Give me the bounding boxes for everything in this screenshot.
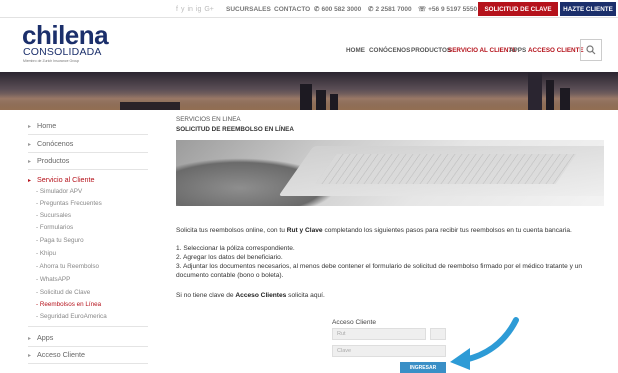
rut-input[interactable]: Rut <box>332 328 426 340</box>
nav-home[interactable]: HOME <box>346 45 365 57</box>
sub-item-paga-tu-seguro[interactable]: - Paga tu Seguro <box>36 237 84 244</box>
sub-item-simulador-apv[interactable]: - Simulador APV <box>36 188 82 195</box>
site-header: chilena CONSOLIDADA Miembro de Zurich In… <box>0 18 618 72</box>
sidebar-item-conocenos[interactable]: ▸ Conócenos <box>28 139 73 148</box>
nav-apps[interactable]: APPS <box>509 45 526 57</box>
nav-productos[interactable]: PRODUCTOS <box>411 45 451 57</box>
search-button[interactable] <box>580 39 602 61</box>
logo-subtitle: CONSOLIDADA <box>23 46 102 58</box>
sidebar-divider <box>28 134 148 135</box>
linkedin-icon[interactable]: in <box>187 6 192 13</box>
section-label: SERVICIOS EN LINEA <box>176 116 241 123</box>
phone-icon: ✆ <box>314 6 320 13</box>
sub-item-whatsapp[interactable]: - WhatsAPP <box>36 276 70 283</box>
facebook-icon[interactable]: f <box>176 6 178 13</box>
sub-item-ahorra-tu-reembolso[interactable]: - Ahorra tu Reembolso <box>36 263 99 270</box>
sub-item-solicitud-de-clave[interactable]: - Solicitud de Clave <box>36 289 90 296</box>
nav-acceso-cliente[interactable]: ACCESO CLIENTE <box>528 45 584 57</box>
step-2: 2. Agregar los datos del beneficiario. <box>176 254 283 261</box>
sub-item-preguntas-frecuentes[interactable]: - Preguntas Frecuentes <box>36 200 102 207</box>
sidebar-item-productos[interactable]: ▸ Productos <box>28 156 69 165</box>
logo-wordmark[interactable]: chilena <box>22 22 109 48</box>
youtube-icon[interactable]: y <box>181 6 185 13</box>
sidebar-divider <box>28 346 148 347</box>
sidebar-item-apps[interactable]: ▸ Apps <box>28 333 53 342</box>
step-3: 3. Adjuntar los documentos necesarios, a… <box>176 263 583 279</box>
solicitud-clave-button[interactable]: SOLICITUD DE CLAVE <box>478 2 558 16</box>
nav-servicio-al-cliente[interactable]: SERVICIO AL CLIENTE <box>448 45 516 57</box>
whatsapp-icon: ☏ <box>418 6 427 13</box>
sidebar-divider <box>28 169 148 170</box>
sucursales-link[interactable]: SUCURSALES <box>226 0 271 18</box>
sidebar-divider <box>28 152 148 153</box>
instagram-icon[interactable]: ig <box>196 6 201 13</box>
google-plus-icon[interactable]: G+ <box>204 6 214 13</box>
clave-input[interactable]: Clave <box>332 345 446 357</box>
page-title: SOLICITUD DE REEMBOLSO EN LÍNEA <box>176 126 294 133</box>
contacto-link[interactable]: CONTACTO <box>274 0 310 18</box>
no-clave-paragraph: Si no tiene clave de Acceso Clientes sol… <box>176 292 325 299</box>
sub-item-formularios[interactable]: - Formularios <box>36 224 73 231</box>
sub-item-seguridad-euroamerica[interactable]: - Seguridad EuroAmerica <box>36 313 107 320</box>
sidebar-item-acceso-cliente[interactable]: ▸ Acceso Cliente <box>28 350 85 359</box>
whatsapp-link[interactable]: ☏ +56 9 5197 5550 <box>418 0 477 18</box>
phone-secondary[interactable]: ✆ 2 2581 7000 <box>368 0 412 18</box>
sub-item-khipu[interactable]: - Khipu <box>36 250 56 257</box>
phone-icon: ✆ <box>368 6 374 13</box>
ingresar-button[interactable]: INGRESAR <box>400 362 446 373</box>
sidebar-item-servicio-al-cliente[interactable]: ▸ Servicio al Cliente <box>28 175 95 184</box>
login-form-title: Acceso Cliente <box>332 319 376 326</box>
sub-item-reembolsos-en-linea[interactable]: - Reembolsos en Línea <box>36 301 101 308</box>
sidebar-divider <box>28 326 148 327</box>
search-icon <box>586 45 596 55</box>
nav-conocenos[interactable]: CONÓCENOS <box>369 45 410 57</box>
pointer-arrow-icon <box>450 317 519 370</box>
sidebar-divider <box>28 363 148 364</box>
city-banner-image <box>0 72 618 110</box>
laptop-hero-image <box>176 140 604 206</box>
hazte-cliente-button[interactable]: HAZTE CLIENTE <box>560 2 616 16</box>
step-1: 1. Seleccionar la póliza correspondiente… <box>176 245 295 252</box>
top-utility-bar: f y in ig G+ SUCURSALES CONTACTO ✆ 600 58… <box>0 0 618 18</box>
intro-paragraph: Solicita tus reembolsos online, con tu R… <box>176 227 572 234</box>
logo-tagline: Miembro de Zurich Insurance Group <box>23 59 80 63</box>
sub-item-sucursales[interactable]: - Sucursales <box>36 212 71 219</box>
phone-primary[interactable]: ✆ 600 582 3000 <box>314 0 361 18</box>
sidebar-item-home[interactable]: ▸ Home <box>28 121 56 130</box>
social-links: f y in ig G+ <box>176 2 214 16</box>
